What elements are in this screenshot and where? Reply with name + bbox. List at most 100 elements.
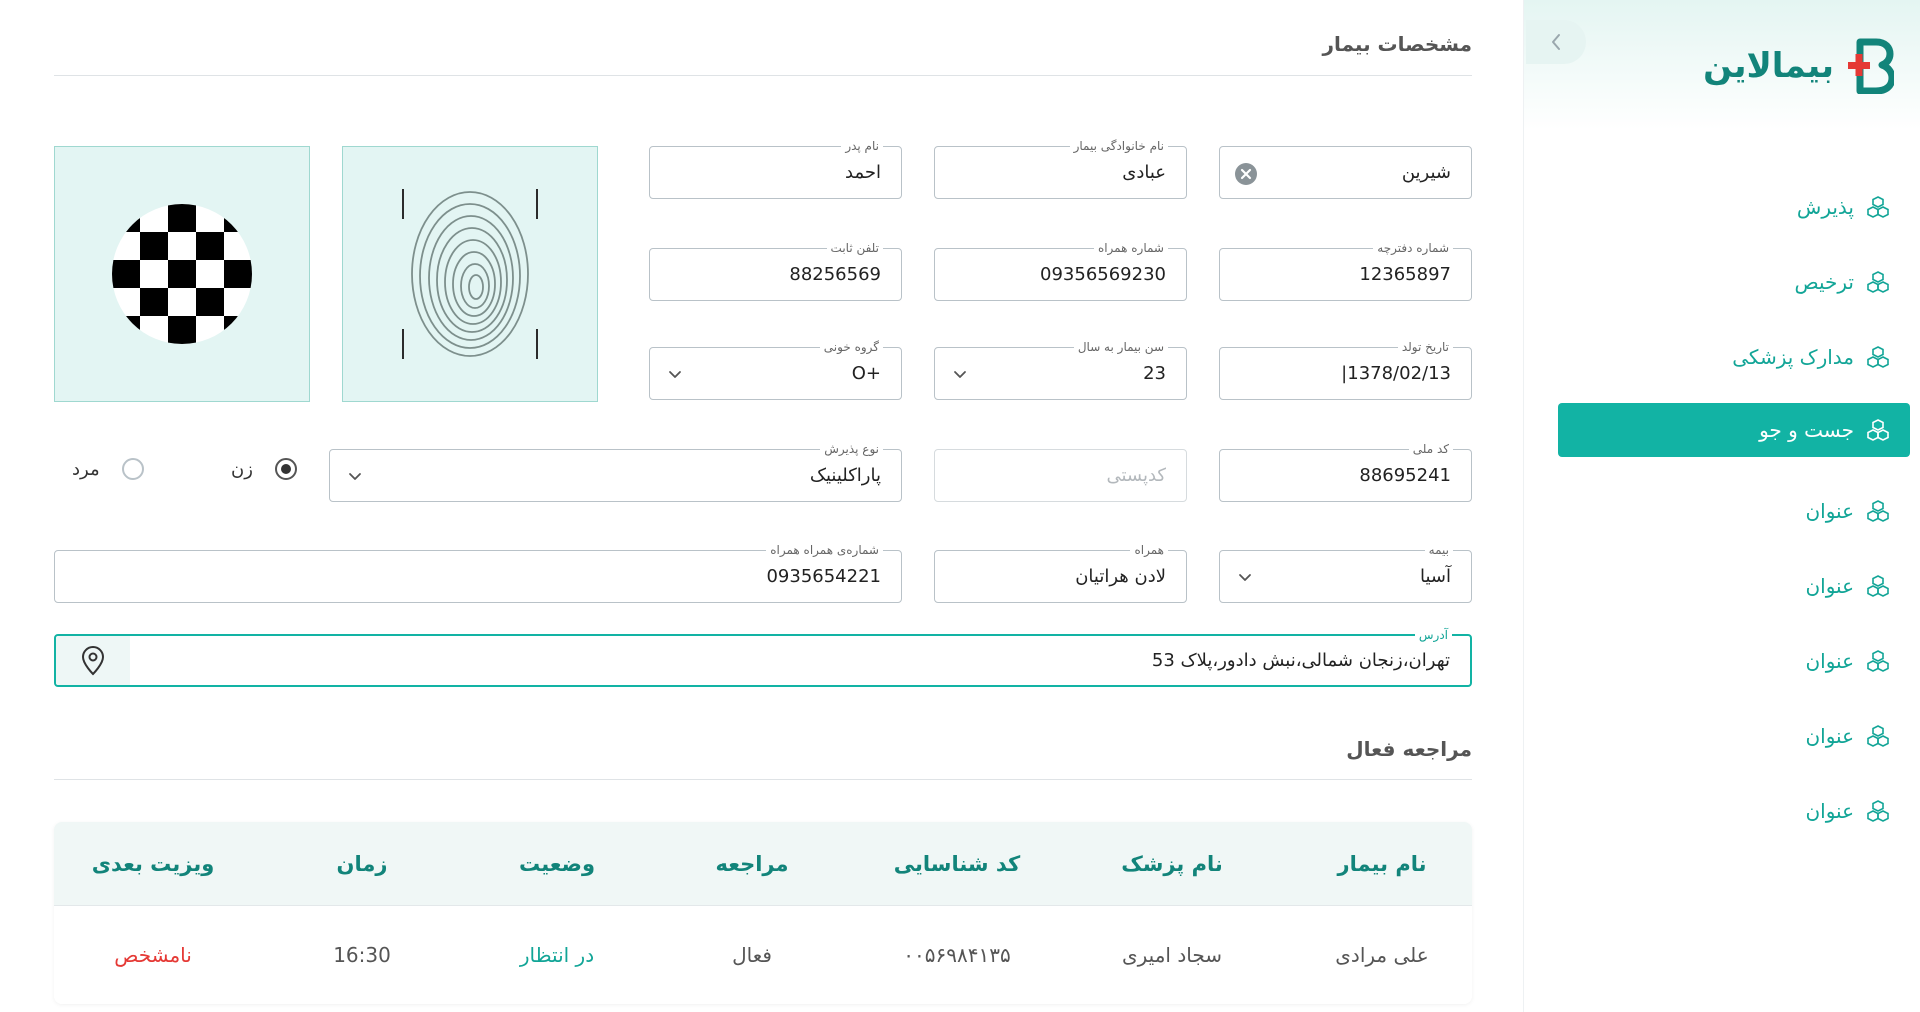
- cubes-icon: [1867, 800, 1889, 822]
- status-cell: در انتظار: [519, 943, 595, 967]
- gender-female-radio[interactable]: زن: [231, 458, 297, 480]
- radio-empty-icon: [121, 458, 144, 480]
- birth-date-value: 1378/02/13|: [1341, 363, 1451, 384]
- insurance-select[interactable]: بیمه آسیا: [1219, 542, 1472, 603]
- gender-female-label: زن: [231, 458, 253, 480]
- table-header-cell: وضعیت: [519, 851, 596, 876]
- admission-type-value: پاراکلینیک: [809, 465, 881, 486]
- logo-mark-icon: [1848, 38, 1894, 94]
- table-header-cell: نام بیمار: [1337, 851, 1427, 876]
- sidebar-item-discharge[interactable]: ترخیص: [1558, 255, 1910, 309]
- table-row[interactable]: علی مرادی سجاد امیری ۰۰۵۶۹۸۴۱۳۵ فعال در …: [54, 906, 1472, 1004]
- sidebar-item-title-5[interactable]: عنوان: [1558, 784, 1910, 838]
- patient-name-cell: علی مرادی: [1335, 943, 1429, 967]
- insurance-value: آسیا: [1420, 566, 1451, 587]
- sidebar-item-label: عنوان: [1805, 724, 1854, 748]
- table-header-cell: کد شناسایی: [893, 851, 1021, 876]
- map-pin-button[interactable]: [56, 636, 130, 685]
- cubes-icon: [1867, 196, 1889, 218]
- table-header-row: نام بیمار نام پزشک کد شناسایی مراجعه وضع…: [54, 822, 1472, 906]
- cubes-icon: [1867, 500, 1889, 522]
- blood-group-value: O+: [851, 363, 881, 384]
- main-content: مشخصات بیمار شیرین نام خانوادگی بیمار عب…: [54, 0, 1472, 1012]
- last-name-field[interactable]: نام خانوادگی بیمار عبادی: [934, 138, 1187, 199]
- age-select[interactable]: سن بیمار به سال 23: [934, 339, 1187, 400]
- table-header-cell: ویزیت بعدی: [91, 851, 215, 876]
- cubes-icon: [1867, 725, 1889, 747]
- postal-code-field[interactable]: کدپستی: [934, 449, 1187, 502]
- brand-logo[interactable]: بیمالاین: [1703, 38, 1894, 94]
- file-number-field[interactable]: شماره دفترچه 12365897: [1219, 240, 1472, 301]
- next-visit-cell: نامشخص: [114, 943, 192, 967]
- companion-mobile-value: 0935654221: [766, 566, 881, 587]
- gender-male-radio[interactable]: مرد: [72, 458, 144, 480]
- sidebar-item-label: عنوان: [1805, 649, 1854, 673]
- landline-value: 88256569: [789, 264, 881, 285]
- sidebar: بیمالاین پذیرش ترخیص مدارک پزشکی جست و ج…: [1523, 0, 1920, 1012]
- brand-name: بیمالاین: [1703, 46, 1834, 86]
- map-pin-icon: [81, 645, 105, 675]
- cubes-icon: [1867, 575, 1889, 597]
- sidebar-item-label: پذیرش: [1796, 195, 1854, 219]
- cubes-icon: [1867, 650, 1889, 672]
- father-name-value: احمد: [845, 162, 881, 183]
- chevron-down-icon: [349, 473, 361, 480]
- section-divider: [54, 75, 1472, 76]
- blood-group-select[interactable]: گروه خونی O+: [649, 339, 902, 400]
- sidebar-item-title-3[interactable]: عنوان: [1558, 634, 1910, 688]
- national-id-value: 88695241: [1359, 465, 1451, 486]
- companion-value: لادن هراتیان: [1075, 566, 1166, 587]
- national-id-field[interactable]: کد ملی 88695241: [1219, 441, 1472, 502]
- address-value: تهران،زنجان شمالی،نبش دادور،پلاک 53: [1151, 650, 1450, 671]
- postal-code-placeholder: کدپستی: [1106, 465, 1166, 486]
- sidebar-item-label: عنوان: [1805, 499, 1854, 523]
- chevron-left-icon: [1552, 34, 1560, 50]
- birth-date-field[interactable]: تاریخ تولد 1378/02/13|: [1219, 339, 1472, 400]
- sidebar-item-label: عنوان: [1805, 799, 1854, 823]
- chevron-down-icon: [954, 371, 966, 378]
- landline-field[interactable]: تلفن ثابت 88256569: [649, 240, 902, 301]
- sidebar-item-title-1[interactable]: عنوان: [1558, 484, 1910, 538]
- sidebar-item-admission[interactable]: پذیرش: [1558, 180, 1910, 234]
- sidebar-item-medical-records[interactable]: مدارک پزشکی: [1558, 330, 1910, 384]
- clear-icon[interactable]: [1234, 162, 1258, 186]
- table-header-cell: نام پزشک: [1121, 851, 1223, 876]
- fingerprint-icon: [402, 189, 538, 359]
- section-divider: [54, 779, 1472, 780]
- chevron-down-icon: [669, 371, 681, 378]
- first-name-value: شیرین: [1401, 162, 1451, 183]
- sidebar-item-label: ترخیص: [1794, 270, 1854, 294]
- doctor-name-cell: سجاد امیری: [1121, 943, 1223, 967]
- address-field[interactable]: آدرس تهران،زنجان شمالی،نبش دادور،پلاک 53: [54, 627, 1472, 687]
- admission-type-select[interactable]: نوع پذیرش پاراکلینیک: [329, 441, 902, 502]
- sidebar-collapse-button[interactable]: [1526, 20, 1586, 64]
- last-name-value: عبادی: [1122, 162, 1166, 183]
- father-name-field[interactable]: نام پدر احمد: [649, 138, 902, 199]
- sidebar-item-label: جست و جو: [1759, 418, 1854, 442]
- active-visits-table: نام بیمار نام پزشک کد شناسایی مراجعه وضع…: [54, 822, 1472, 1004]
- fingerprint-box[interactable]: [342, 146, 598, 402]
- gender-male-label: مرد: [72, 458, 100, 480]
- sidebar-item-title-2[interactable]: عنوان: [1558, 559, 1910, 613]
- time-cell: 16:30: [333, 943, 391, 967]
- age-value: 23: [1143, 363, 1166, 384]
- companion-field[interactable]: همراه لادن هراتیان: [934, 542, 1187, 603]
- sidebar-item-title-4[interactable]: عنوان: [1558, 709, 1910, 763]
- patient-section-title: مشخصات بیمار: [1322, 32, 1472, 56]
- file-number-value: 12365897: [1359, 264, 1451, 285]
- cubes-icon: [1867, 419, 1889, 441]
- cubes-icon: [1867, 271, 1889, 293]
- mobile-value: 09356569230: [1040, 264, 1166, 285]
- sidebar-item-label: مدارک پزشکی: [1732, 345, 1854, 369]
- companion-mobile-field[interactable]: شماره‌ی همراه همراه 0935654221: [54, 542, 902, 603]
- sidebar-item-search[interactable]: جست و جو: [1558, 403, 1910, 457]
- sidebar-item-label: عنوان: [1805, 574, 1854, 598]
- mobile-field[interactable]: شماره همراه 09356569230: [934, 240, 1187, 301]
- cubes-icon: [1867, 346, 1889, 368]
- chevron-down-icon: [1239, 574, 1251, 581]
- patient-photo-box[interactable]: [54, 146, 310, 402]
- active-visit-title: مراجعه فعال: [1346, 737, 1472, 761]
- first-name-field[interactable]: شیرین: [1219, 146, 1472, 199]
- table-header-cell: مراجعه: [715, 851, 789, 876]
- table-header-cell: زمان: [336, 851, 388, 876]
